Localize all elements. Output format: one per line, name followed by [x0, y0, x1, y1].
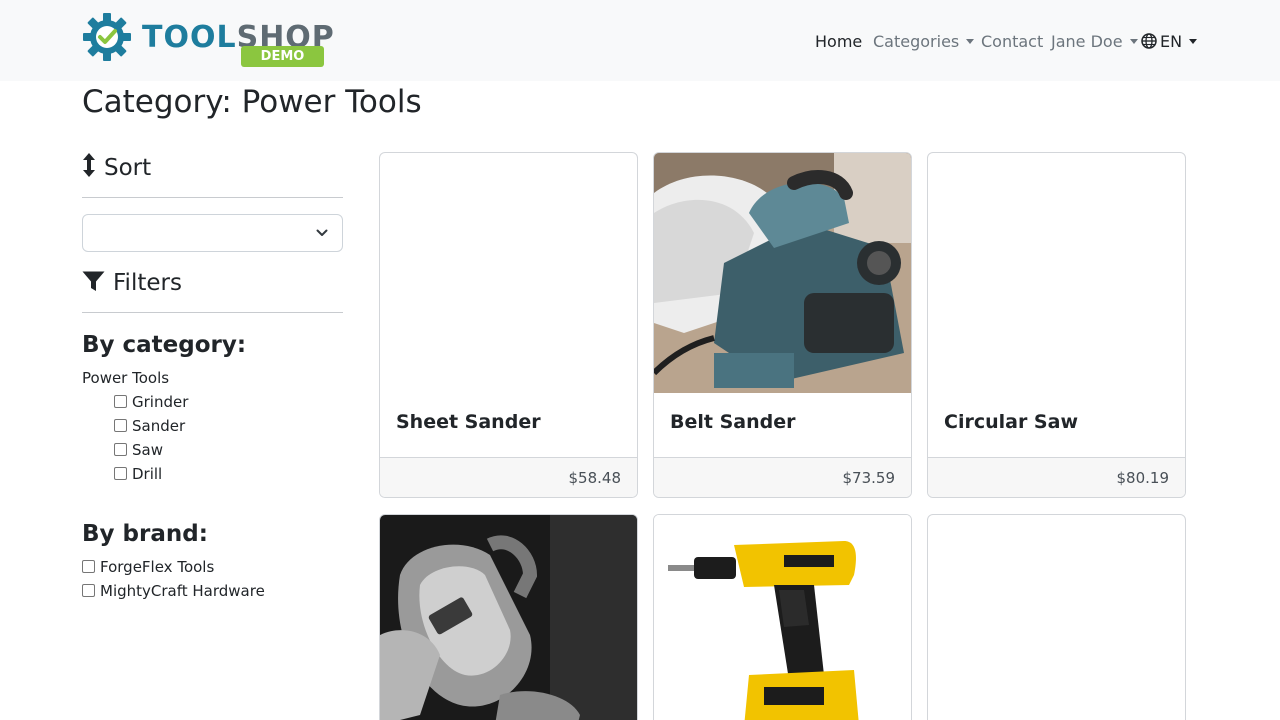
demo-badge: DEMO [241, 46, 324, 67]
nav-home-label: Home [815, 32, 863, 51]
product-image [380, 515, 637, 720]
caret-down-icon [966, 39, 975, 44]
product-card-footer: $80.19 [928, 457, 1185, 497]
chevron-down-icon [316, 229, 328, 236]
by-category-heading: By category: [82, 332, 247, 358]
product-card[interactable]: Belt Sander $73.59 [653, 152, 912, 498]
orbital-sander-bw-photo [380, 515, 637, 720]
page-title: Category: Power Tools [82, 84, 422, 120]
product-card[interactable] [927, 514, 1186, 720]
product-card[interactable]: Circular Saw $80.19 [927, 152, 1186, 498]
product-image [654, 515, 911, 720]
language-selector[interactable]: EN [1141, 30, 1198, 54]
checkbox[interactable] [114, 419, 127, 432]
sort-heading-label: Sort [104, 155, 152, 181]
filter-label: Grinder [132, 393, 189, 411]
nav-contact[interactable]: Contact [981, 30, 1043, 54]
checkbox[interactable] [82, 560, 95, 573]
category-parent-label: Power Tools [82, 369, 170, 387]
filter-label: MightyCraft Hardware [100, 582, 265, 600]
filter-brand-mightycraft[interactable]: MightyCraft Hardware [82, 581, 265, 601]
planer-photo [654, 153, 911, 393]
sort-heading: Sort [82, 152, 151, 183]
checkbox[interactable] [82, 584, 95, 597]
filter-funnel-icon [82, 271, 105, 291]
sort-select[interactable] [82, 214, 343, 252]
filter-category-sander[interactable]: Sander [114, 416, 185, 436]
top-navbar: TOOLSHOP DEMO Home Categories Contact Ja… [0, 0, 1280, 81]
filters-heading: Filters [82, 268, 182, 298]
nav-categories-dropdown[interactable]: Categories [873, 30, 975, 54]
product-card[interactable] [379, 514, 638, 720]
sort-arrows-icon [83, 153, 95, 177]
filter-category-grinder[interactable]: Grinder [114, 392, 188, 412]
product-price: $58.48 [568, 469, 622, 487]
filter-brand-forgeflex[interactable]: ForgeFlex Tools [82, 557, 214, 577]
product-image [654, 153, 911, 393]
caret-down-icon [1129, 39, 1138, 44]
nav-home[interactable]: Home [815, 30, 862, 54]
product-name: Belt Sander [670, 411, 796, 433]
product-price: $80.19 [1116, 469, 1170, 487]
filter-label: Drill [132, 465, 163, 483]
cordless-drill-photo [654, 515, 911, 720]
nav-categories-label: Categories [873, 32, 960, 51]
product-price: $73.59 [842, 469, 896, 487]
product-name: Sheet Sander [396, 411, 541, 433]
product-image [380, 153, 637, 393]
gear-icon [83, 13, 131, 61]
divider [82, 312, 343, 313]
checkbox[interactable] [114, 395, 127, 408]
language-label: EN [1160, 32, 1183, 51]
product-card[interactable]: Sheet Sander $58.48 [379, 152, 638, 498]
filter-label: Sander [132, 417, 186, 435]
product-image [928, 515, 1185, 720]
product-card-footer: $73.59 [654, 457, 911, 497]
checkbox[interactable] [114, 443, 127, 456]
toolshop-logo[interactable]: TOOLSHOP DEMO [82, 12, 334, 68]
by-brand-heading: By brand: [82, 521, 208, 547]
product-card-footer: $58.48 [380, 457, 637, 497]
filters-heading-label: Filters [113, 270, 182, 296]
nav-user-menu[interactable]: Jane Doe [1051, 30, 1138, 54]
filter-category-drill[interactable]: Drill [114, 464, 162, 484]
caret-down-icon [1189, 39, 1198, 44]
filter-label: Saw [132, 441, 163, 459]
product-card[interactable] [653, 514, 912, 720]
nav-user-label: Jane Doe [1051, 32, 1123, 51]
product-name: Circular Saw [944, 411, 1078, 433]
filter-category-saw[interactable]: Saw [114, 440, 163, 460]
product-image [928, 153, 1185, 393]
nav-contact-label: Contact [981, 32, 1044, 51]
checkbox[interactable] [114, 467, 127, 480]
filter-label: ForgeFlex Tools [100, 558, 215, 576]
divider [82, 197, 343, 198]
globe-icon [1141, 33, 1157, 49]
